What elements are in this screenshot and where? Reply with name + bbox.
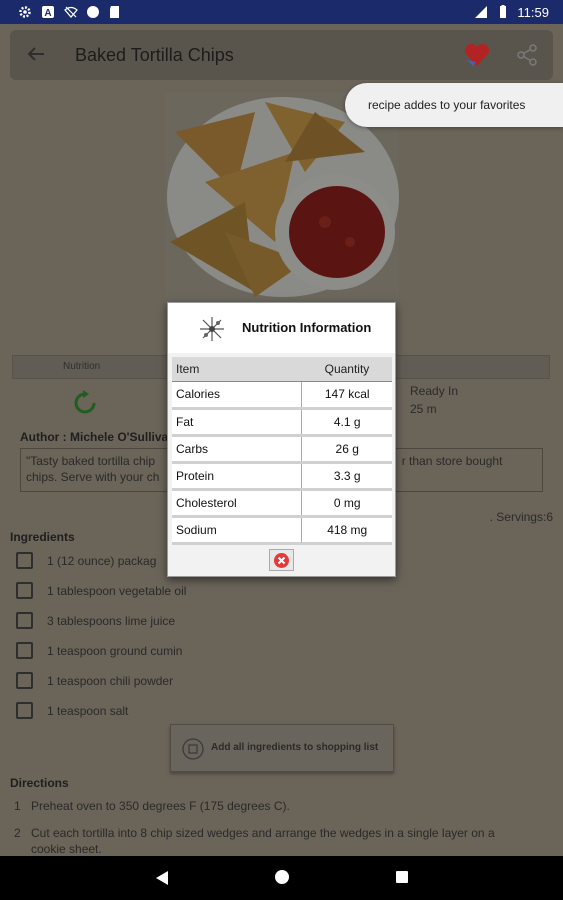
close-icon — [274, 553, 289, 568]
author-label: Author : Michele O'Sullivan — [20, 430, 176, 444]
system-nav-bar — [0, 856, 563, 900]
signal-icon — [475, 6, 487, 18]
close-dialog-button[interactable] — [269, 549, 294, 571]
notification-a-icon: A — [42, 6, 54, 19]
nutrition-icon — [200, 317, 224, 341]
table-row: Carbs 26 g — [172, 435, 392, 464]
column-header-quantity: Quantity — [301, 357, 392, 382]
servings-label: . Servings:6 — [489, 510, 553, 524]
favorite-heart-icon[interactable] — [463, 42, 491, 68]
status-time: 11:59 — [517, 5, 549, 20]
back-arrow-icon[interactable] — [24, 42, 48, 66]
nav-back-icon[interactable] — [155, 870, 169, 886]
nutrition-dialog: Nutrition Information Item Quantity Calo… — [167, 302, 396, 577]
share-icon[interactable] — [515, 43, 539, 67]
nav-recents-icon[interactable] — [396, 871, 408, 883]
table-header-row: Item Quantity — [172, 357, 392, 382]
ingredient-checkbox[interactable] — [16, 552, 33, 569]
column-header-item: Item — [172, 357, 302, 382]
table-row: Fat 4.1 g — [172, 408, 392, 437]
table-row: Calories 147 kcal — [172, 381, 392, 410]
sync-icon — [87, 6, 99, 18]
table-row: Protein 3.3 g — [172, 462, 392, 491]
wifi-off-icon — [64, 6, 78, 18]
ingredient-checkbox[interactable] — [16, 642, 33, 659]
status-bar: A 11:59 — [0, 0, 563, 24]
svg-text:A: A — [44, 8, 51, 19]
shopping-cart-icon — [182, 738, 204, 760]
sd-card-icon — [110, 6, 119, 18]
direction-step: 2 Cut each tortilla into 8 chip sized wed… — [14, 826, 495, 840]
ingredients-title: Ingredients — [10, 530, 75, 544]
page-title: Baked Tortilla Chips — [75, 45, 234, 65]
shopping-button-label: Add all ingredients to shopping list — [211, 742, 379, 753]
tab-nutrition[interactable]: Nutrition — [63, 361, 100, 372]
nav-home-icon[interactable] — [275, 870, 289, 884]
direction-step: 1 Preheat oven to 350 degrees F (175 degr… — [14, 799, 290, 813]
ingredient-checkbox[interactable] — [16, 582, 33, 599]
ingredient-checkbox[interactable] — [16, 672, 33, 689]
directions-title: Directions — [10, 776, 69, 790]
refresh-icon[interactable] — [70, 388, 100, 418]
table-row: Sodium 418 mg — [172, 516, 392, 545]
ingredient-checkbox[interactable] — [16, 612, 33, 629]
nutrition-table: Item Quantity Calories 147 kcal Fat 4.1 … — [172, 357, 392, 545]
toast-message: recipe addes to your favorites — [368, 98, 526, 112]
table-row: Cholesterol 0 mg — [172, 489, 392, 518]
battery-icon — [500, 5, 506, 18]
dialog-title: Nutrition Information — [242, 320, 372, 335]
direction-step-continued: cookie sheet. — [31, 842, 102, 856]
settings-icon — [19, 6, 31, 18]
toolbar: Baked Tortilla Chips — [10, 30, 553, 80]
ready-in-label: Ready In — [410, 384, 459, 398]
add-to-shopping-list-button[interactable]: Add all ingredients to shopping list — [170, 724, 394, 772]
ready-in-value: 25 m — [410, 402, 437, 416]
ingredient-checkbox[interactable] — [16, 702, 33, 719]
dialog-header: Nutrition Information — [168, 303, 395, 353]
favorite-toast: recipe addes to your favorites — [345, 83, 563, 127]
